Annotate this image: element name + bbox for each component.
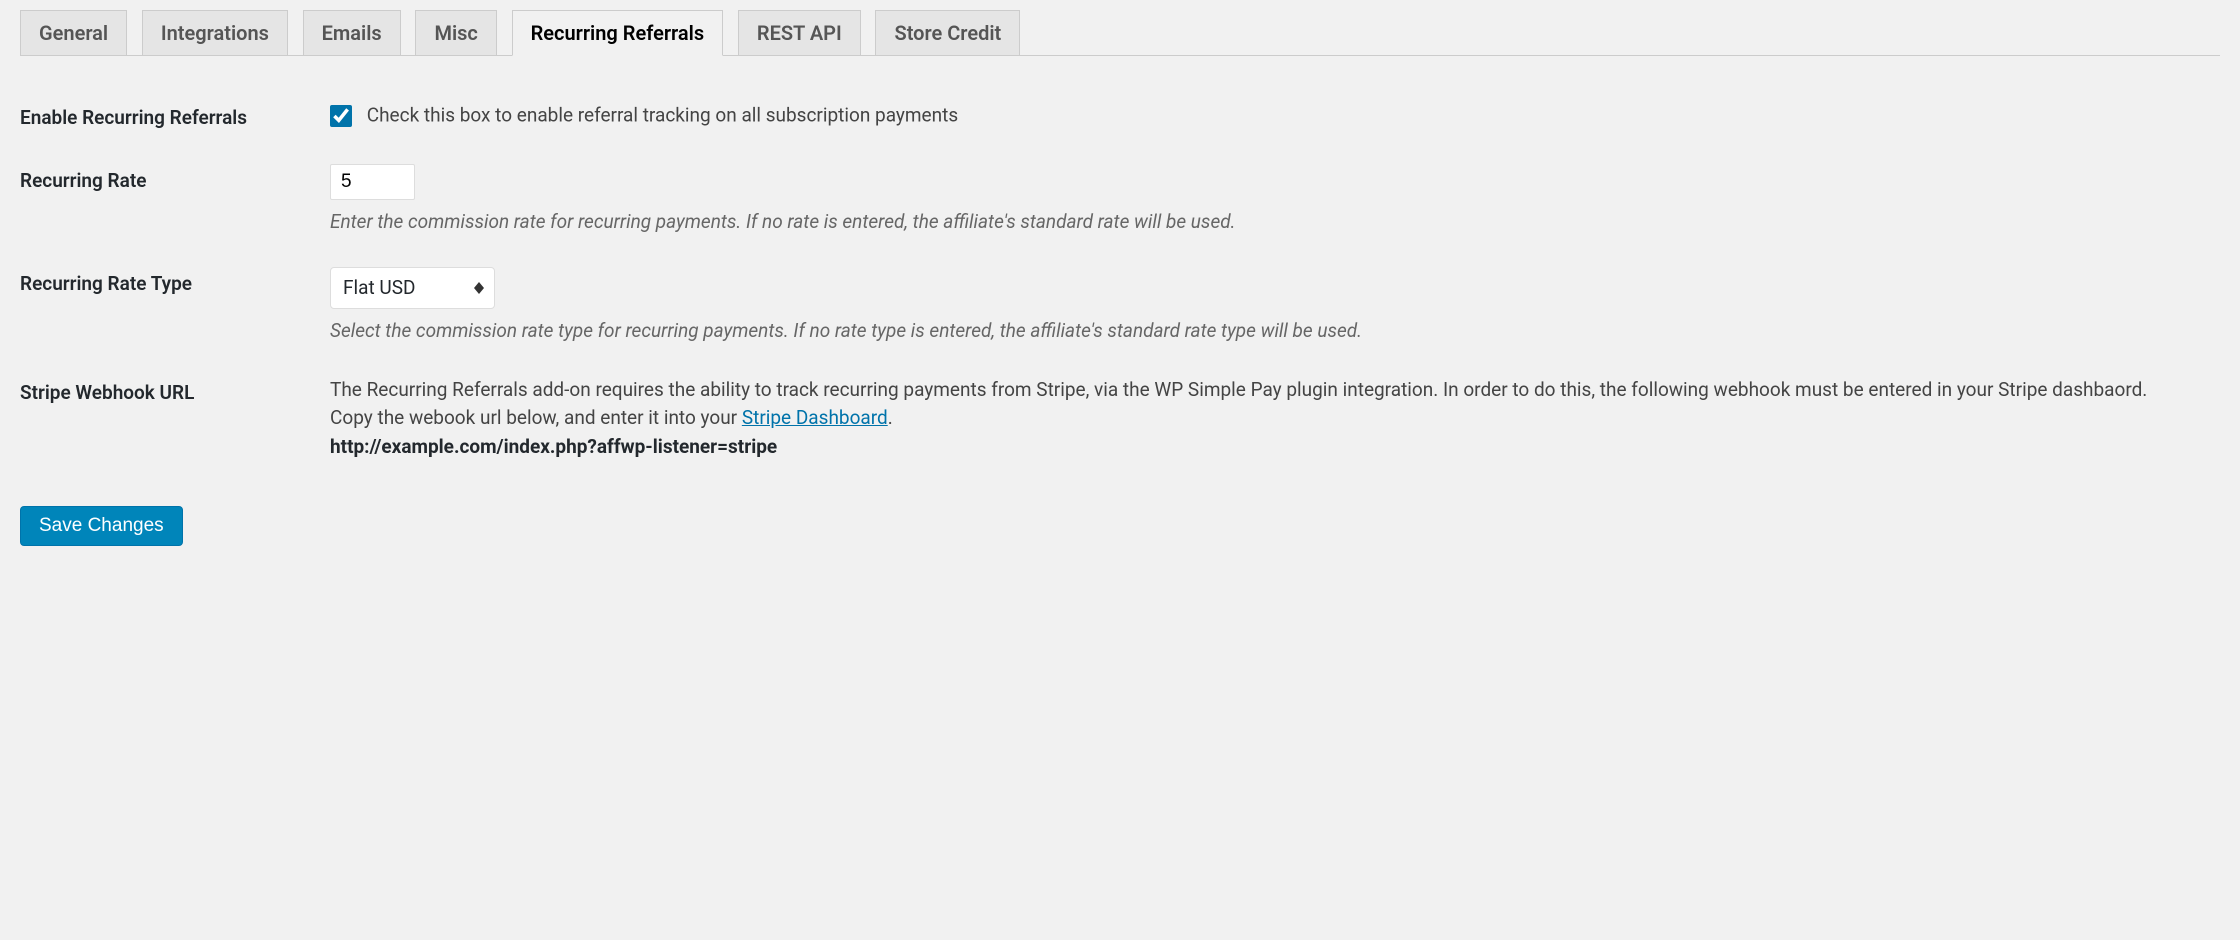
recurring-rate-input[interactable] <box>330 164 415 200</box>
recurring-rate-description: Enter the commission rate for recurring … <box>330 208 2210 237</box>
enable-recurring-description: Check this box to enable referral tracki… <box>367 104 958 127</box>
tab-store-credit[interactable]: Store Credit <box>875 10 1020 55</box>
recurring-rate-type-select[interactable]: Flat USD <box>330 267 495 310</box>
recurring-rate-type-label: Recurring Rate Type <box>20 252 320 361</box>
tab-general[interactable]: General <box>20 10 127 55</box>
settings-tabs: General Integrations Emails Misc Recurri… <box>20 0 2220 56</box>
tab-emails[interactable]: Emails <box>303 10 401 55</box>
tab-misc[interactable]: Misc <box>415 10 496 55</box>
save-changes-button[interactable]: Save Changes <box>20 506 183 546</box>
recurring-rate-type-selected: Flat USD <box>343 276 415 299</box>
stripe-webhook-text2-prefix: Copy the webook url below, and enter it … <box>330 406 742 429</box>
tab-recurring-referrals[interactable]: Recurring Referrals <box>512 10 724 56</box>
stripe-webhook-text1: The Recurring Referrals add-on requires … <box>330 378 2147 401</box>
enable-recurring-label: Enable Recurring Referrals <box>20 86 320 149</box>
stripe-webhook-url: http://example.com/index.php?affwp-liste… <box>330 435 777 458</box>
recurring-rate-type-description: Select the commission rate type for recu… <box>330 317 2210 346</box>
select-arrows-icon <box>474 282 484 294</box>
stripe-webhook-text2-suffix: . <box>888 406 893 429</box>
stripe-dashboard-link[interactable]: Stripe Dashboard <box>742 406 888 429</box>
tab-integrations[interactable]: Integrations <box>142 10 288 55</box>
tab-rest-api[interactable]: REST API <box>738 10 861 55</box>
stripe-webhook-label: Stripe Webhook URL <box>20 361 320 477</box>
enable-recurring-checkbox[interactable] <box>330 105 352 127</box>
recurring-rate-label: Recurring Rate <box>20 149 320 252</box>
settings-form-table: Enable Recurring Referrals Check this bo… <box>20 86 2220 476</box>
